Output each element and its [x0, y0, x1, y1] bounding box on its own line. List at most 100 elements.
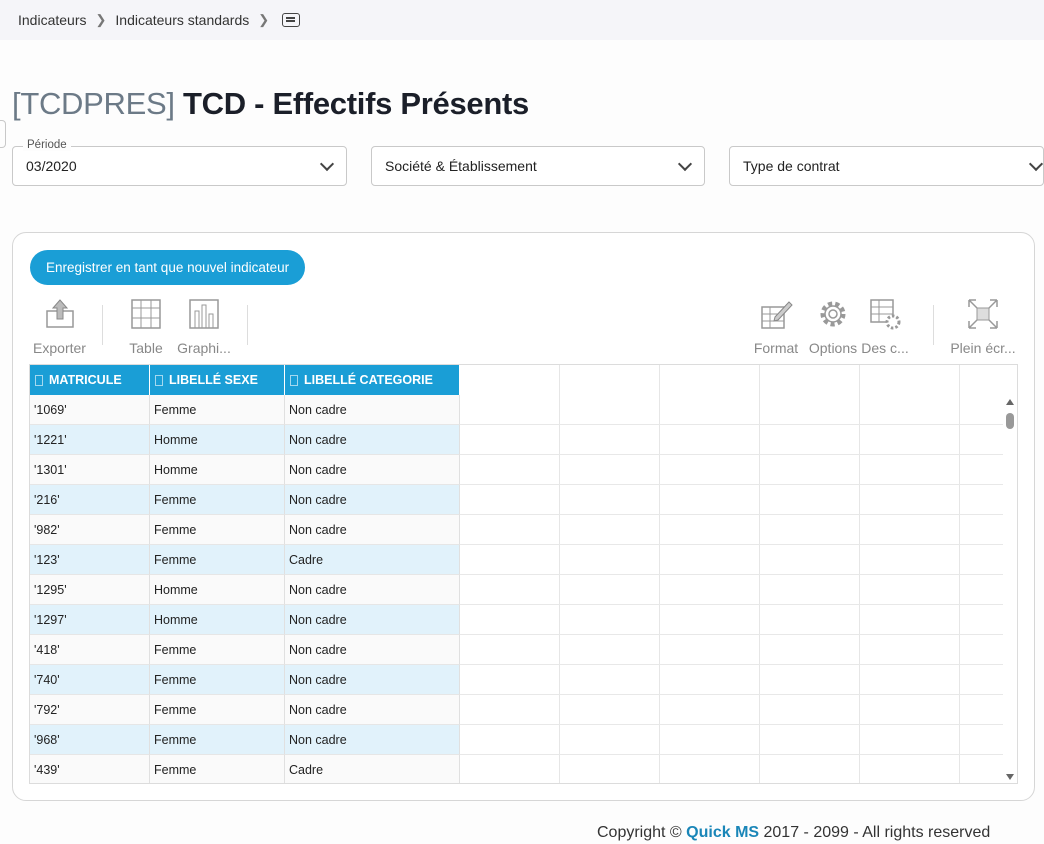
- table-row[interactable]: '1069' Femme Non cadre: [30, 395, 460, 425]
- societe-select[interactable]: Société & Établissement: [371, 146, 705, 186]
- toolbar-divider: [247, 305, 248, 345]
- table-cell[interactable]: '418': [30, 635, 150, 665]
- table-cell[interactable]: Non cadre: [285, 725, 460, 755]
- table-cell[interactable]: '1221': [30, 425, 150, 455]
- sidebar-toggle-tab[interactable]: [0, 120, 6, 148]
- table-cell[interactable]: Non cadre: [285, 395, 460, 425]
- table-cell[interactable]: '123': [30, 545, 150, 575]
- table-cell[interactable]: '740': [30, 665, 150, 695]
- chevron-down-icon: [319, 156, 335, 172]
- table-cell[interactable]: Non cadre: [285, 455, 460, 485]
- table-row[interactable]: '740' Femme Non cadre: [30, 665, 460, 695]
- table-row[interactable]: '418' Femme Non cadre: [30, 635, 460, 665]
- grid-row-line: [460, 514, 1005, 515]
- table-cell[interactable]: '216': [30, 485, 150, 515]
- options-tool[interactable]: Options: [807, 297, 859, 356]
- table-cell[interactable]: Non cadre: [285, 605, 460, 635]
- table-cell[interactable]: Non cadre: [285, 515, 460, 545]
- table-row[interactable]: '792' Femme Non cadre: [30, 695, 460, 725]
- options-label: Options: [808, 340, 858, 356]
- table-settings-icon: [870, 299, 901, 330]
- table-cell[interactable]: Cadre: [285, 755, 460, 783]
- grid-row-line: [460, 484, 1005, 485]
- table-cell[interactable]: Femme: [150, 395, 285, 425]
- save-as-indicator-button[interactable]: Enregistrer en tant que nouvel indicateu…: [30, 250, 306, 285]
- table-cell[interactable]: Femme: [150, 515, 285, 545]
- page-title: [TCDPRES] TCD - Effectifs Présents: [12, 86, 529, 122]
- periode-value: 03/2020: [26, 158, 77, 174]
- table-cell[interactable]: Femme: [150, 755, 285, 783]
- table-cell[interactable]: Homme: [150, 575, 285, 605]
- table-row[interactable]: '1221' Homme Non cadre: [30, 425, 460, 455]
- chart-label: Graphi...: [177, 340, 231, 356]
- breadcrumb-indicateurs[interactable]: Indicateurs: [18, 12, 86, 28]
- grid-row-line: [460, 424, 1005, 425]
- grid-row-line: [460, 544, 1005, 545]
- export-tool[interactable]: Exporter: [32, 297, 87, 356]
- table-cell[interactable]: Cadre: [285, 545, 460, 575]
- footer-suffix: 2017 - 2099 - All rights reserved: [759, 824, 991, 841]
- table-cell[interactable]: '1297': [30, 605, 150, 635]
- scroll-down-icon[interactable]: [1006, 774, 1014, 780]
- table-row[interactable]: '439' Femme Cadre: [30, 755, 460, 783]
- table-cell[interactable]: Femme: [150, 635, 285, 665]
- table-cell[interactable]: Non cadre: [285, 485, 460, 515]
- table-cell[interactable]: '792': [30, 695, 150, 725]
- fields-tool[interactable]: Des c...: [859, 297, 911, 356]
- column-header-matricule[interactable]: MATRICULE: [30, 365, 150, 395]
- table-cell[interactable]: '968': [30, 725, 150, 755]
- scroll-up-icon[interactable]: [1006, 399, 1014, 405]
- table-cell[interactable]: Homme: [150, 425, 285, 455]
- table-cell[interactable]: '982': [30, 515, 150, 545]
- table-icon: [131, 299, 161, 329]
- table-cell[interactable]: '439': [30, 755, 150, 783]
- table-row[interactable]: '216' Femme Non cadre: [30, 485, 460, 515]
- drag-handle-icon: [290, 374, 298, 386]
- footer: Copyright © Quick MS 2017 - 2099 - All r…: [597, 824, 990, 842]
- vertical-scrollbar[interactable]: [1003, 395, 1017, 783]
- column-header-categorie[interactable]: LIBELLÉ CATEGORIE: [285, 365, 460, 395]
- footer-brand-link[interactable]: Quick MS: [686, 824, 759, 841]
- table-cell[interactable]: Femme: [150, 695, 285, 725]
- export-icon: [45, 299, 74, 328]
- fullscreen-label: Plein écr...: [950, 340, 1016, 356]
- table-row[interactable]: '968' Femme Non cadre: [30, 725, 460, 755]
- column-header-sexe[interactable]: LIBELLÉ SEXE: [150, 365, 285, 395]
- table-cell[interactable]: Homme: [150, 605, 285, 635]
- grid-row-line: [460, 634, 1005, 635]
- table-cell[interactable]: Femme: [150, 725, 285, 755]
- table-cell[interactable]: Homme: [150, 455, 285, 485]
- contrat-select[interactable]: Type de contrat: [729, 146, 1044, 186]
- chevron-right-icon: ❯: [95, 12, 107, 27]
- drag-handle-icon: [35, 374, 43, 386]
- table-cell[interactable]: Non cadre: [285, 695, 460, 725]
- list-icon[interactable]: [282, 13, 301, 27]
- table-tool[interactable]: Table: [127, 297, 165, 356]
- table-cell[interactable]: Non cadre: [285, 665, 460, 695]
- chart-tool[interactable]: Graphi...: [174, 297, 234, 356]
- table-row[interactable]: '1297' Homme Non cadre: [30, 605, 460, 635]
- table-cell[interactable]: '1295': [30, 575, 150, 605]
- periode-select[interactable]: Période 03/2020: [12, 139, 347, 186]
- table-cell[interactable]: Non cadre: [285, 575, 460, 605]
- format-label: Format: [753, 340, 799, 356]
- table-cell[interactable]: Femme: [150, 545, 285, 575]
- table-row[interactable]: '982' Femme Non cadre: [30, 515, 460, 545]
- format-tool[interactable]: Format: [753, 297, 799, 356]
- table-row[interactable]: '123' Femme Cadre: [30, 545, 460, 575]
- table-row[interactable]: '1301' Homme Non cadre: [30, 455, 460, 485]
- table-cell[interactable]: Non cadre: [285, 425, 460, 455]
- grid-row-line: [460, 754, 1005, 755]
- fullscreen-tool[interactable]: Plein écr...: [947, 297, 1019, 356]
- pivot-grid[interactable]: MATRICULE LIBELLÉ SEXE LIBELLÉ CATEGORIE…: [29, 364, 1018, 784]
- grid-row-line: [460, 454, 1005, 455]
- table-cell[interactable]: '1069': [30, 395, 150, 425]
- table-cell[interactable]: Femme: [150, 665, 285, 695]
- scrollbar-thumb[interactable]: [1006, 413, 1014, 429]
- bar-chart-icon: [189, 299, 219, 329]
- table-row[interactable]: '1295' Homme Non cadre: [30, 575, 460, 605]
- table-cell[interactable]: Femme: [150, 485, 285, 515]
- breadcrumb-indicateurs-standards[interactable]: Indicateurs standards: [115, 12, 249, 28]
- table-cell[interactable]: Non cadre: [285, 635, 460, 665]
- table-cell[interactable]: '1301': [30, 455, 150, 485]
